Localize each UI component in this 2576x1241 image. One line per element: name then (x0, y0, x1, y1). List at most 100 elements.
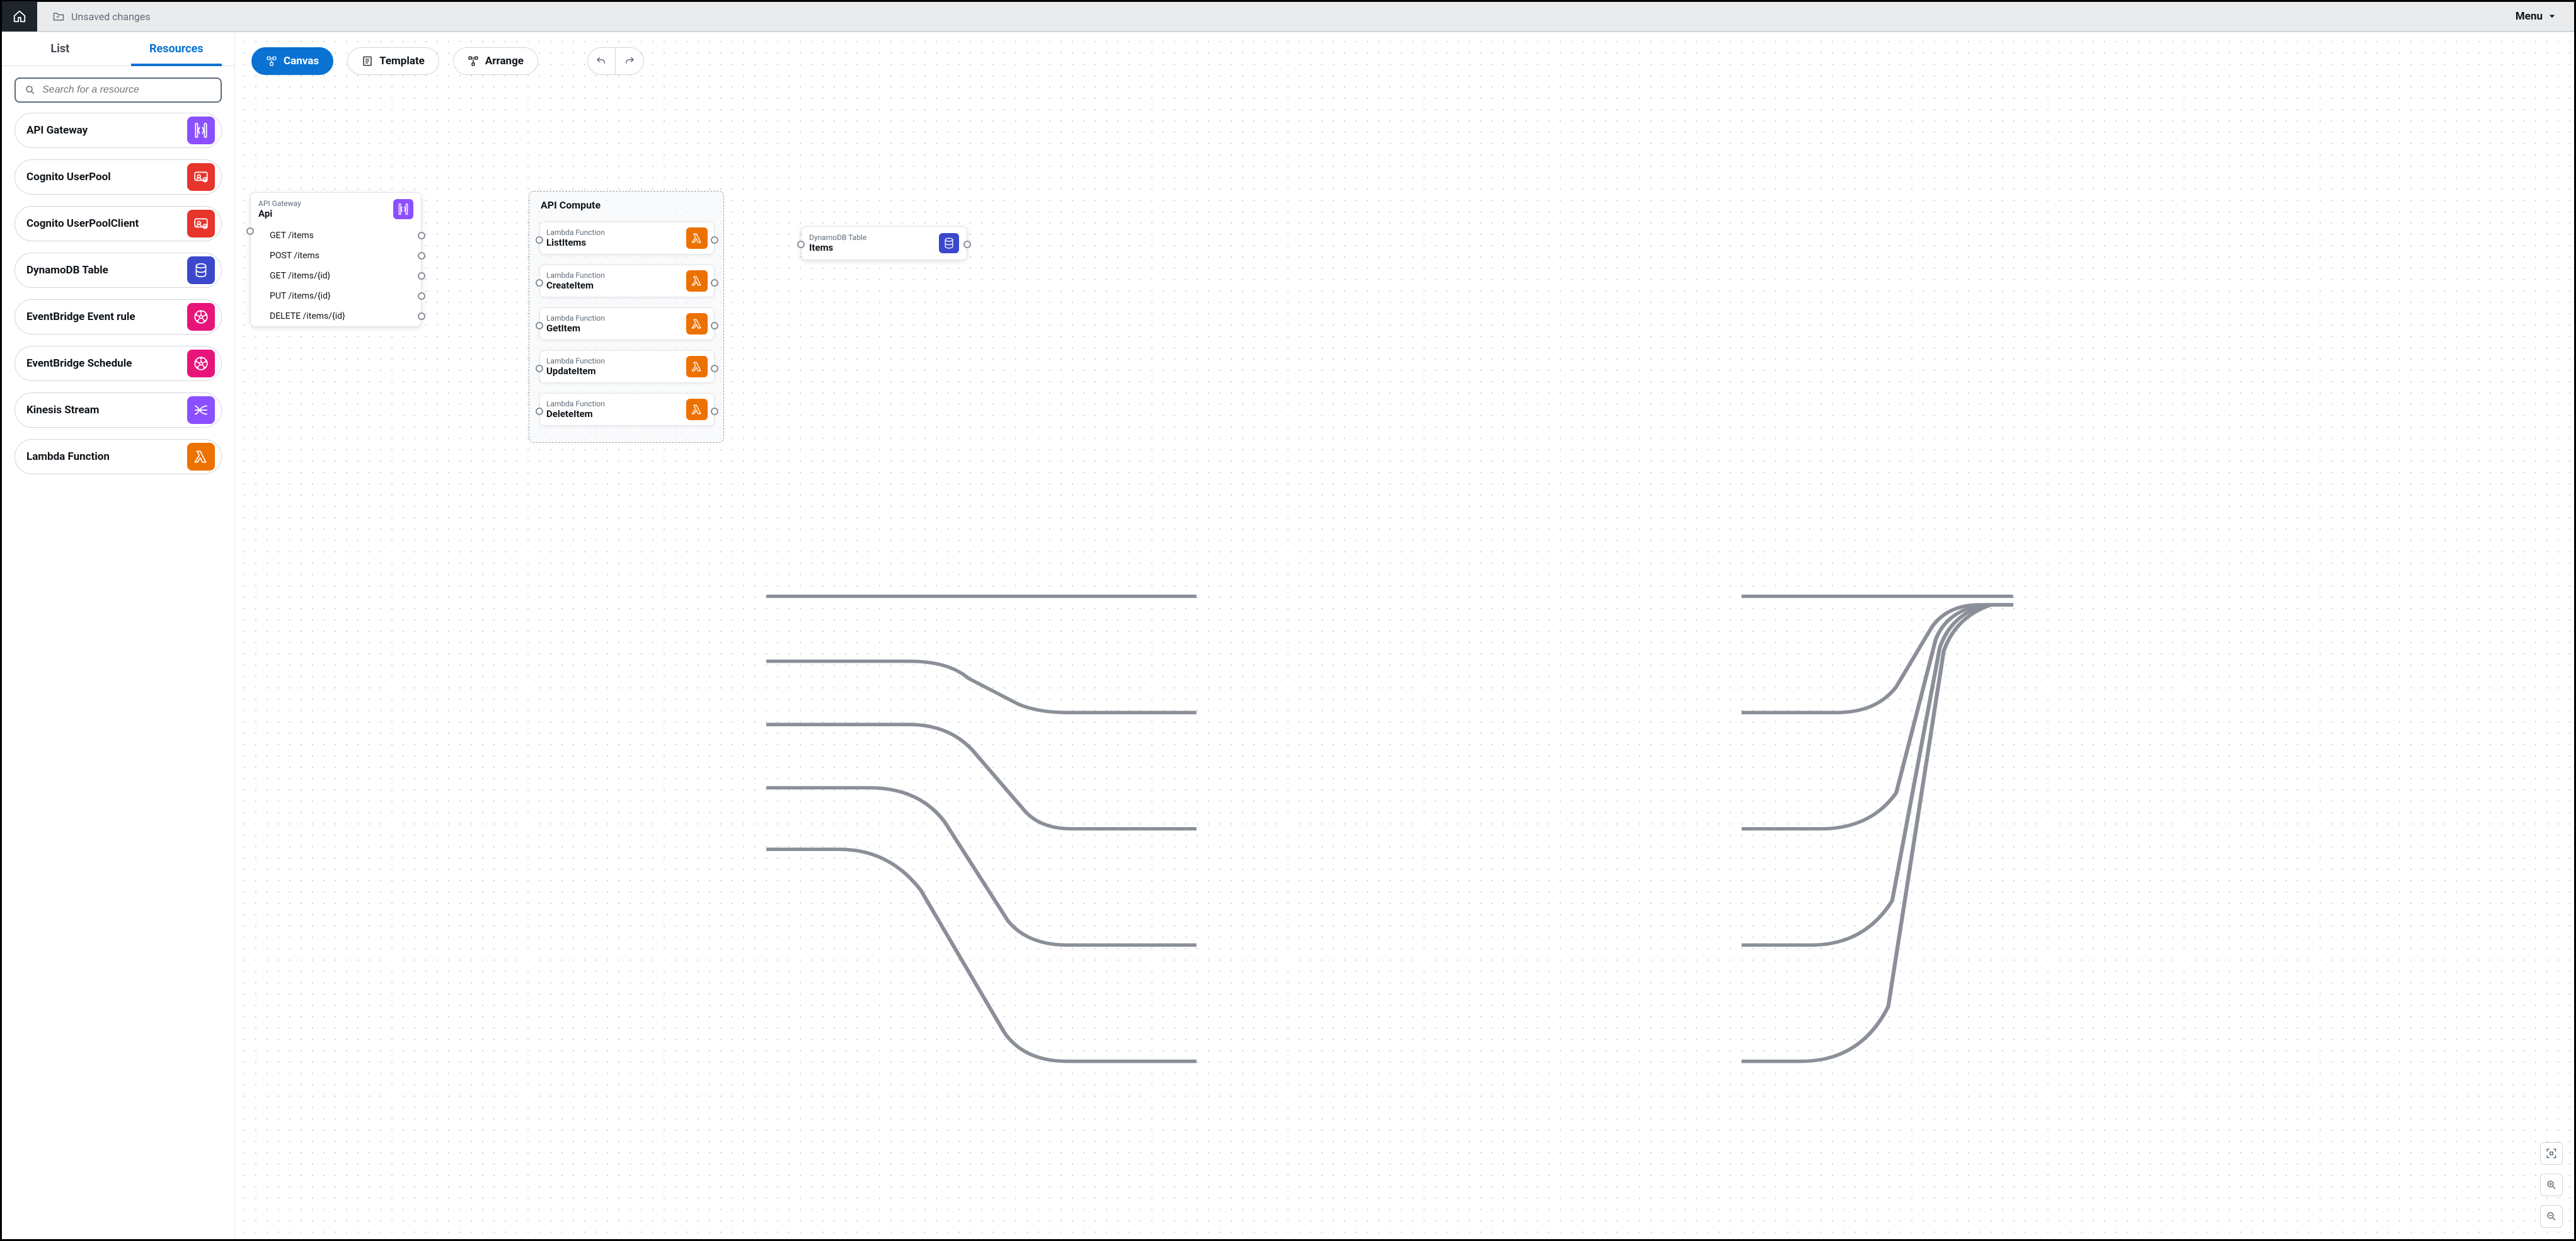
search-input[interactable] (42, 84, 212, 96)
node-name: ListItems (546, 237, 686, 248)
port[interactable] (711, 279, 718, 287)
template-view-button[interactable]: Template (347, 47, 439, 75)
top-bar: Unsaved changes Menu (2, 2, 2574, 32)
node-lambda[interactable]: Lambda Function GetItem (539, 307, 715, 340)
api-route[interactable]: POST /items (251, 246, 421, 266)
resource-item[interactable]: EventBridge Event rule (14, 299, 222, 335)
port[interactable] (711, 236, 718, 244)
port[interactable] (418, 252, 425, 260)
resource-label: Cognito UserPoolClient (26, 217, 139, 230)
arrange-button[interactable]: Arrange (453, 47, 538, 75)
port[interactable] (246, 227, 254, 235)
node-type: API Gateway (258, 199, 393, 208)
api-route[interactable]: DELETE /items/{id} (251, 306, 421, 326)
dynamodb-icon (939, 233, 959, 253)
node-lambda[interactable]: Lambda Function DeleteItem (539, 393, 715, 426)
port[interactable] (711, 365, 718, 372)
menu-label: Menu (2516, 10, 2543, 23)
dynamodb-icon (187, 256, 215, 284)
node-name: Items (809, 242, 939, 253)
api-route[interactable]: GET /items (251, 226, 421, 246)
node-name: Api (258, 208, 393, 219)
tab-list[interactable]: List (2, 32, 118, 66)
node-name: CreateItem (546, 280, 686, 291)
lambda-icon (686, 399, 708, 420)
resource-label: DynamoDB Table (26, 264, 108, 277)
group-api-compute[interactable]: API Compute Lambda Function ListItems La… (529, 191, 724, 443)
tab-resources[interactable]: Resources (118, 32, 235, 66)
resource-item[interactable]: Cognito UserPoolClient (14, 206, 222, 241)
folder-icon (52, 10, 65, 23)
api-route[interactable]: GET /items/{id} (251, 266, 421, 286)
port[interactable] (418, 312, 425, 320)
resource-item[interactable]: API Gateway (14, 113, 222, 148)
zoom-out-button[interactable] (2540, 1205, 2563, 1228)
node-name: DeleteItem (546, 408, 686, 420)
caret-down-icon (2548, 12, 2556, 21)
port[interactable] (711, 408, 718, 415)
undo-icon (595, 55, 607, 67)
cognito-icon (187, 163, 215, 191)
undo-button[interactable] (588, 48, 616, 74)
kinesis-icon (187, 396, 215, 424)
node-lambda[interactable]: Lambda Function UpdateItem (539, 350, 715, 383)
port[interactable] (536, 322, 543, 329)
port[interactable] (797, 241, 805, 248)
menu-dropdown[interactable]: Menu (2516, 10, 2574, 23)
port[interactable] (536, 408, 543, 415)
canvas-view-button[interactable]: Canvas (251, 47, 333, 75)
port[interactable] (536, 365, 543, 372)
port[interactable] (536, 279, 543, 287)
node-api-gateway[interactable]: API Gateway Api GET /itemsPOST /itemsGET… (250, 192, 422, 327)
port[interactable] (418, 232, 425, 239)
node-type: DynamoDB Table (809, 233, 939, 242)
zoom-controls (2540, 1142, 2563, 1228)
resource-label: Lambda Function (26, 450, 110, 463)
canvas[interactable]: Canvas Template Arrange (235, 32, 2574, 1239)
resource-list: API Gateway Cognito UserPool Cognito Use… (2, 108, 234, 1239)
node-dynamodb[interactable]: DynamoDB Table Items (801, 226, 967, 260)
zoom-in-button[interactable] (2540, 1174, 2563, 1196)
sidebar-tabs: List Resources (2, 32, 234, 66)
status-text: Unsaved changes (71, 11, 151, 23)
zoom-in-icon (2546, 1179, 2557, 1191)
resource-item[interactable]: EventBridge Schedule (14, 346, 222, 381)
port[interactable] (711, 322, 718, 329)
node-type: Lambda Function (546, 399, 686, 408)
node-type: Lambda Function (546, 228, 686, 237)
undo-redo-group (587, 47, 644, 75)
lambda-icon (686, 313, 708, 335)
sidebar: List Resources API Gateway Cognito UserP… (2, 32, 235, 1239)
node-name: UpdateItem (546, 365, 686, 377)
node-name: GetItem (546, 323, 686, 334)
resource-label: API Gateway (26, 124, 88, 137)
port[interactable] (536, 236, 543, 244)
cognito-icon (187, 210, 215, 237)
api-gateway-icon (393, 199, 413, 219)
lambda-icon (187, 443, 215, 471)
resource-item[interactable]: Lambda Function (14, 439, 222, 474)
redo-button[interactable] (616, 48, 643, 74)
port[interactable] (418, 272, 425, 280)
search-input-wrap[interactable] (14, 77, 222, 103)
home-button[interactable] (2, 1, 37, 31)
resource-label: Kinesis Stream (26, 404, 100, 416)
eventbridge-icon (187, 303, 215, 331)
home-icon (13, 9, 26, 23)
status-area: Unsaved changes (37, 10, 2516, 23)
api-route[interactable]: PUT /items/{id} (251, 286, 421, 306)
node-lambda[interactable]: Lambda Function ListItems (539, 222, 715, 254)
resource-item[interactable]: Cognito UserPool (14, 159, 222, 195)
resource-item[interactable]: Kinesis Stream (14, 392, 222, 428)
resource-label: Cognito UserPool (26, 171, 111, 183)
port[interactable] (963, 241, 971, 248)
node-type: Lambda Function (546, 314, 686, 323)
arrange-icon (468, 55, 479, 67)
resource-item[interactable]: DynamoDB Table (14, 253, 222, 288)
fit-view-button[interactable] (2540, 1142, 2563, 1165)
view-toolbar: Canvas Template Arrange (251, 47, 644, 75)
port[interactable] (418, 292, 425, 300)
search-icon (25, 84, 36, 96)
node-lambda[interactable]: Lambda Function CreateItem (539, 265, 715, 297)
lambda-icon (686, 270, 708, 292)
